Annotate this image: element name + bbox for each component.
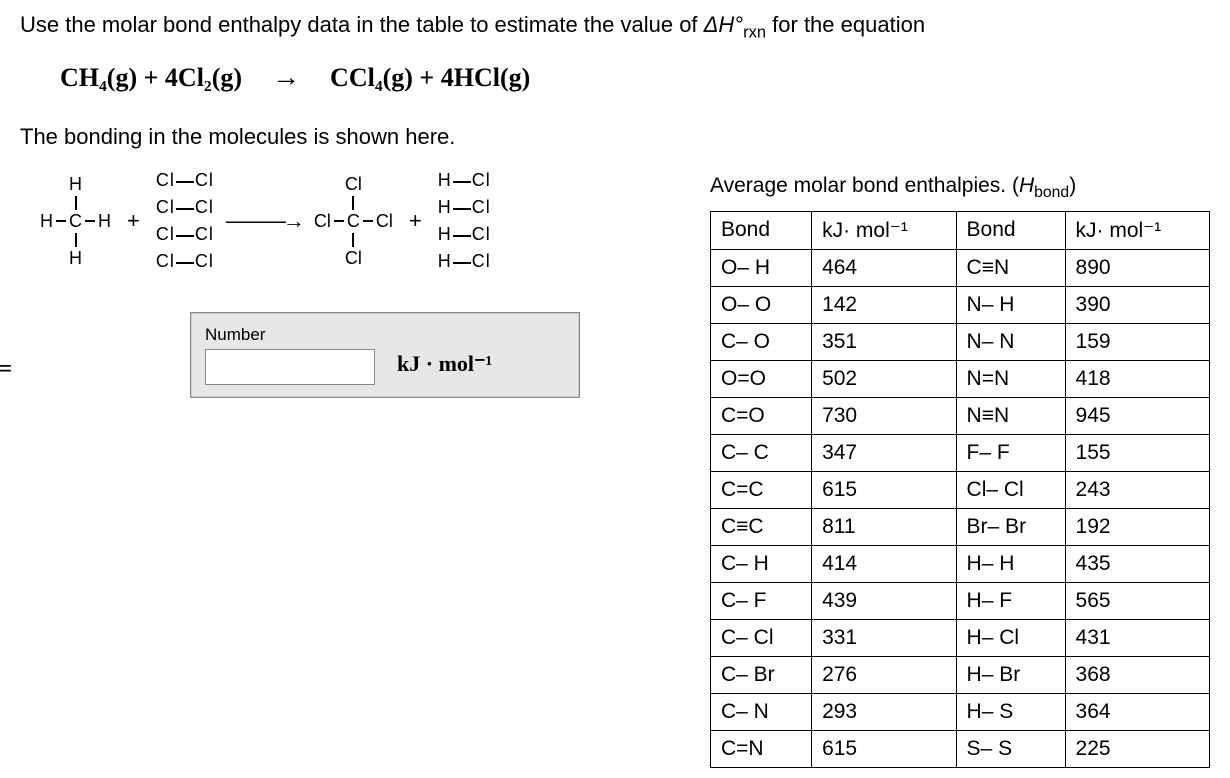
table-cell: C≡N — [956, 249, 1065, 286]
table-cell: 390 — [1065, 286, 1209, 323]
table-cell: 414 — [812, 545, 956, 582]
table-cell: H– F — [956, 582, 1065, 619]
table-cell: C– Cl — [711, 619, 812, 656]
answer-input[interactable] — [205, 349, 375, 385]
number-label-text: Number — [205, 325, 375, 345]
table-cell: O– O — [711, 286, 812, 323]
table-cell: N– N — [956, 323, 1065, 360]
table-cell: 811 — [812, 508, 956, 545]
answer-box: Number kJ · mol⁻¹ — [190, 312, 580, 398]
table-cell: Br– Br — [956, 508, 1065, 545]
table-cell: 225 — [1065, 730, 1209, 767]
table-cell: 615 — [812, 730, 956, 767]
structure-diagram: H HCH H + ClCl ClCl ClCl ClCl ———→ Cl Cl… — [40, 170, 680, 272]
question-intro: Use the molar bond enthalpy data in the … — [20, 10, 1210, 44]
table-cell: C– O — [711, 323, 812, 360]
hdr-kj-2: kJ· mol⁻¹ — [1065, 211, 1209, 249]
table-title: Average molar bond enthalpies. (Hbond) — [710, 174, 1210, 202]
table-row: C– Cl331H– Cl431 — [711, 619, 1210, 656]
table-cell: 276 — [812, 656, 956, 693]
table-cell: N– H — [956, 286, 1065, 323]
table-cell: C=C — [711, 471, 812, 508]
table-cell: N≡N — [956, 397, 1065, 434]
table-cell: F– F — [956, 434, 1065, 471]
plus-icon-2: + — [405, 208, 426, 234]
table-cell: 565 — [1065, 582, 1209, 619]
table-cell: 730 — [812, 397, 956, 434]
table-row: C=N615S– S225 — [711, 730, 1210, 767]
table-cell: C=O — [711, 397, 812, 434]
table-cell: 331 — [812, 619, 956, 656]
molecule-4hcl: HCl HCl HCl HCl — [438, 170, 491, 272]
table-cell: 243 — [1065, 471, 1209, 508]
table-cell: 142 — [812, 286, 956, 323]
equation-rhs: CCl₄(g) + 4HCl(g) — [330, 63, 530, 93]
table-cell: 368 — [1065, 656, 1209, 693]
table-row: C– C347F– F155 — [711, 434, 1210, 471]
molecule-ch4: H HCH H — [40, 174, 111, 268]
table-row: O– H464C≡N890 — [711, 249, 1210, 286]
table-cell: S– S — [956, 730, 1065, 767]
intro-text-b: for the equation — [772, 12, 925, 37]
table-cell: 418 — [1065, 360, 1209, 397]
table-cell: H– Cl — [956, 619, 1065, 656]
table-cell: 155 — [1065, 434, 1209, 471]
table-cell: 293 — [812, 693, 956, 730]
table-cell: H– S — [956, 693, 1065, 730]
bonding-subtext: The bonding in the molecules is shown he… — [20, 124, 680, 150]
table-cell: 192 — [1065, 508, 1209, 545]
table-cell: 364 — [1065, 693, 1209, 730]
table-row: C≡C811Br– Br192 — [711, 508, 1210, 545]
table-cell: 945 — [1065, 397, 1209, 434]
delta-h-label: ΔH°rxn = — [0, 352, 12, 387]
table-row: C– O351N– N159 — [711, 323, 1210, 360]
table-cell: H– H — [956, 545, 1065, 582]
table-cell: C– H — [711, 545, 812, 582]
table-cell: H– Br — [956, 656, 1065, 693]
delta-h-symbol: ΔH°rxn — [704, 12, 773, 37]
reaction-equation: CH₄(g) + 4Cl₂(g) → CCl₄(g) + 4HCl(g) — [60, 62, 1210, 94]
long-arrow-icon: ———→ — [226, 208, 302, 234]
molecule-4cl2: ClCl ClCl ClCl ClCl — [156, 170, 214, 272]
table-row: C=O730N≡N945 — [711, 397, 1210, 434]
table-cell: 464 — [812, 249, 956, 286]
table-row: O=O502N=N418 — [711, 360, 1210, 397]
table-cell: 439 — [812, 582, 956, 619]
table-cell: C=N — [711, 730, 812, 767]
table-cell: C– N — [711, 693, 812, 730]
table-cell: Cl– Cl — [956, 471, 1065, 508]
equation-lhs: CH₄(g) + 4Cl₂(g) — [60, 63, 242, 93]
table-cell: 347 — [812, 434, 956, 471]
table-row: C– H414H– H435 — [711, 545, 1210, 582]
hdr-bond-2: Bond — [956, 211, 1065, 249]
table-cell: 502 — [812, 360, 956, 397]
table-row: O– O142N– H390 — [711, 286, 1210, 323]
table-row: C– N293H– S364 — [711, 693, 1210, 730]
hdr-bond-1: Bond — [711, 211, 812, 249]
table-cell: C– Br — [711, 656, 812, 693]
table-cell: 615 — [812, 471, 956, 508]
bond-enthalpy-table: Bond kJ· mol⁻¹ Bond kJ· mol⁻¹ O– H464C≡N… — [710, 211, 1210, 768]
table-row: C– Br276H– Br368 — [711, 656, 1210, 693]
table-cell: 351 — [812, 323, 956, 360]
table-cell: C≡C — [711, 508, 812, 545]
unit-label: kJ · mol⁻¹ — [397, 351, 492, 377]
table-header-row: Bond kJ· mol⁻¹ Bond kJ· mol⁻¹ — [711, 211, 1210, 249]
intro-text-a: Use the molar bond enthalpy data in the … — [20, 12, 704, 37]
table-row: C=C615Cl– Cl243 — [711, 471, 1210, 508]
table-cell: 159 — [1065, 323, 1209, 360]
table-cell: 890 — [1065, 249, 1209, 286]
molecule-ccl4: Cl ClCCl Cl — [314, 174, 393, 268]
table-row: C– F439H– F565 — [711, 582, 1210, 619]
table-cell: 435 — [1065, 545, 1209, 582]
plus-icon: + — [123, 208, 144, 234]
hdr-kj-1: kJ· mol⁻¹ — [812, 211, 956, 249]
table-cell: O– H — [711, 249, 812, 286]
table-cell: N=N — [956, 360, 1065, 397]
table-cell: O=O — [711, 360, 812, 397]
table-cell: C– C — [711, 434, 812, 471]
table-cell: C– F — [711, 582, 812, 619]
arrow-icon: → — [272, 62, 300, 94]
table-cell: 431 — [1065, 619, 1209, 656]
